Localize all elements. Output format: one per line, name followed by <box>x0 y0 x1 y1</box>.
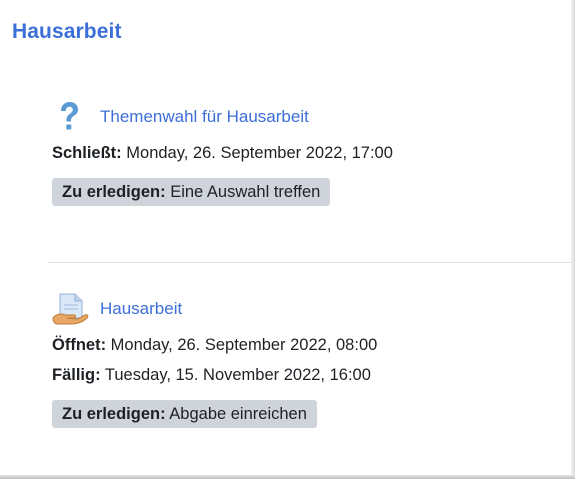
activity-header: Hausarbeit <box>52 292 377 326</box>
todo-value: Eine Auswahl treffen <box>170 183 321 201</box>
section-title[interactable]: Hausarbeit <box>12 20 122 44</box>
activity-divider <box>48 262 575 263</box>
todo-label: Zu erledigen: <box>62 183 166 201</box>
todo-badge: Zu erledigen: Eine Auswahl treffen <box>52 178 331 206</box>
activity-link-themenwahl[interactable]: Themenwahl für Hausarbeit <box>100 107 309 127</box>
activity-assignment: Hausarbeit Öffnet: Monday, 26. September… <box>52 292 377 428</box>
activity-header: Themenwahl für Hausarbeit <box>52 100 393 134</box>
close-date: Schließt: Monday, 26. September 2022, 17… <box>52 140 393 166</box>
panel-right-edge <box>571 0 575 479</box>
panel-bottom-edge <box>0 475 575 479</box>
open-date: Öffnet: Monday, 26. September 2022, 08:0… <box>52 332 377 358</box>
close-date-label: Schließt: <box>52 144 122 162</box>
todo-value: Abgabe einreichen <box>169 405 307 423</box>
course-section: Hausarbeit Themenwahl für Hausarbeit Sch… <box>0 0 575 479</box>
due-date-label: Fällig: <box>52 366 101 384</box>
todo-label: Zu erledigen: <box>62 405 166 423</box>
open-date-value: Monday, 26. September 2022, 08:00 <box>110 336 378 354</box>
activity-link-hausarbeit[interactable]: Hausarbeit <box>100 299 182 319</box>
open-date-label: Öffnet: <box>52 336 107 354</box>
todo-badge: Zu erledigen: Abgabe einreichen <box>52 400 317 428</box>
close-date-value: Monday, 26. September 2022, 17:00 <box>126 144 393 162</box>
due-date-value: Tuesday, 15. November 2022, 16:00 <box>104 366 371 384</box>
due-date: Fällig: Tuesday, 15. November 2022, 16:0… <box>52 362 377 388</box>
question-mark-icon <box>52 100 92 134</box>
assignment-document-icon <box>52 292 92 326</box>
activity-choice: Themenwahl für Hausarbeit Schließt: Mond… <box>52 100 393 206</box>
